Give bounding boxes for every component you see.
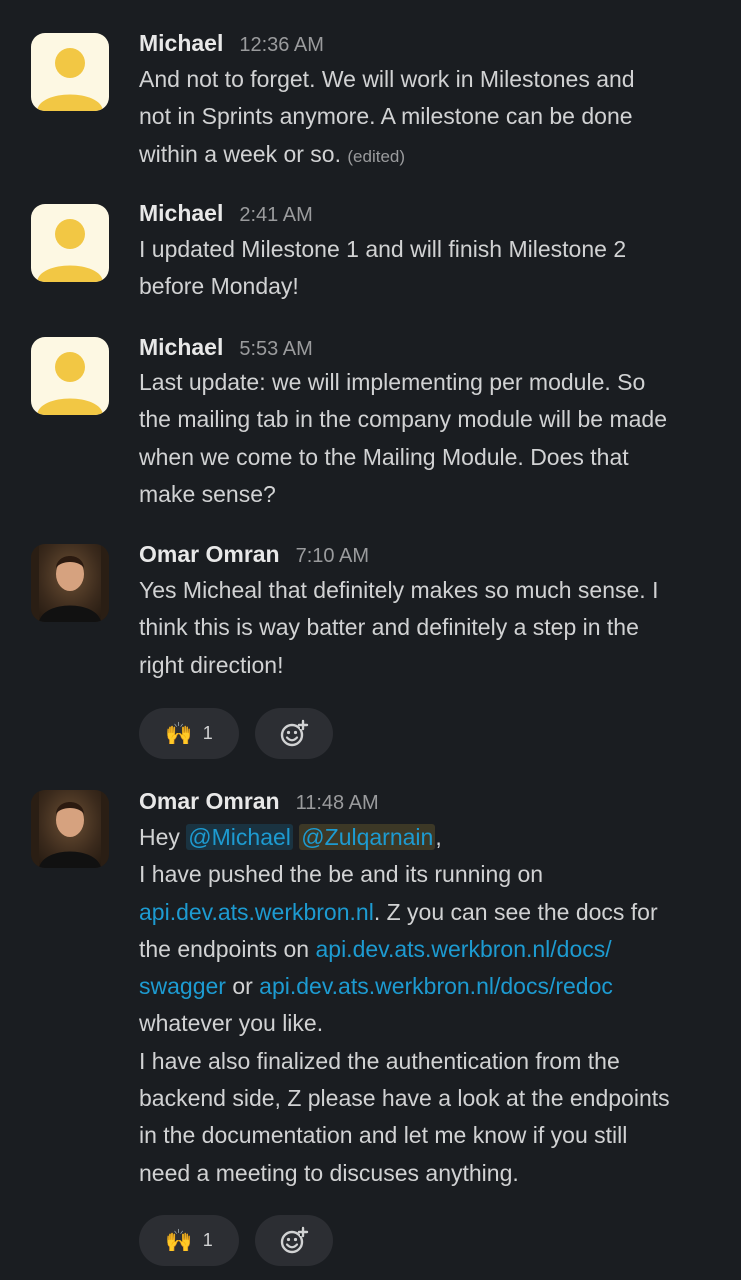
reaction-raising-hands[interactable]: 🙌 1	[139, 708, 239, 759]
raising-hands-icon: 🙌	[165, 720, 193, 746]
timestamp[interactable]: 5:53 AM	[239, 338, 312, 361]
author-name[interactable]: Omar Omran	[139, 788, 280, 815]
message-text: And not to forget. We will work in Miles…	[139, 66, 635, 167]
add-reaction-smiley-icon	[280, 1226, 309, 1253]
link[interactable]: api.dev.ats.werkbron.nl	[139, 899, 374, 925]
message-text: Yes Micheal that definitely makes so muc…	[139, 577, 659, 678]
message-text: I updated Milestone 1 and will finish Mi…	[139, 236, 627, 300]
author-name[interactable]: Michael	[139, 30, 223, 57]
default-user-avatar-icon	[37, 352, 103, 415]
avatar[interactable]	[31, 33, 109, 111]
link[interactable]: api.dev.ats.werkbron.nl/docs/redoc	[259, 973, 613, 999]
user-mention[interactable]: @Zulqarnain	[299, 824, 436, 850]
author-name[interactable]: Omar Omran	[139, 541, 280, 568]
user-mention[interactable]: @Michael	[186, 824, 293, 850]
reaction-count: 1	[202, 723, 213, 743]
message-text: Hey @Michael @Zulqarnain, I have pushed …	[139, 824, 670, 1186]
default-user-avatar-icon	[37, 48, 103, 111]
timestamp[interactable]: 12:36 AM	[239, 34, 324, 57]
reaction-raising-hands[interactable]: 🙌 1	[139, 1215, 239, 1266]
reaction-count: 1	[202, 1230, 213, 1250]
author-name[interactable]: Michael	[139, 200, 223, 227]
edited-label: (edited)	[347, 146, 406, 166]
avatar[interactable]	[31, 544, 109, 622]
default-user-avatar-icon	[37, 219, 103, 282]
avatar[interactable]	[31, 204, 109, 282]
message-text: Last update: we will implementing per mo…	[139, 369, 668, 507]
timestamp[interactable]: 7:10 AM	[296, 545, 369, 568]
add-reaction-smiley-icon	[280, 719, 309, 746]
user-photo-avatar	[31, 790, 109, 868]
link[interactable]: api.dev.ats.werkbron.nl/docs/	[315, 936, 611, 962]
timestamp[interactable]: 2:41 AM	[239, 204, 312, 227]
timestamp[interactable]: 11:48 AM	[296, 792, 379, 815]
avatar[interactable]	[31, 790, 109, 868]
avatar[interactable]	[31, 337, 109, 415]
raising-hands-icon: 🙌	[165, 1227, 193, 1253]
user-photo-avatar	[31, 544, 109, 622]
add-reaction-button[interactable]	[255, 708, 333, 759]
link[interactable]: swagger	[139, 973, 226, 999]
author-name[interactable]: Michael	[139, 334, 223, 361]
add-reaction-button[interactable]	[255, 1215, 333, 1266]
